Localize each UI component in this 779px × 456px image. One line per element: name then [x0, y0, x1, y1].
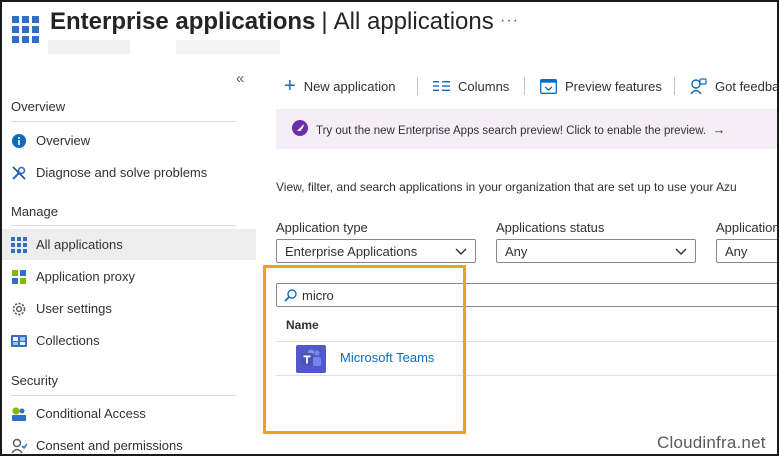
more-options-button[interactable]: ···: [500, 12, 519, 30]
arrow-right-icon: →: [712, 122, 726, 137]
search-input[interactable]: micro: [276, 283, 779, 307]
toolbar-divider: [417, 77, 418, 95]
preview-features-icon: [540, 78, 557, 94]
sidebar-item-label: Collections: [36, 333, 100, 348]
columns-label: Columns: [458, 78, 510, 94]
sidebar-item-conditional-access[interactable]: Conditional Access: [0, 398, 256, 429]
filter-label-applications-status: Applications status: [496, 220, 605, 235]
page-title: Enterprise applications | All applications: [50, 8, 494, 36]
application-type-dropdown[interactable]: Enterprise Applications: [276, 239, 476, 263]
application-type-value: Enterprise Applications: [285, 243, 418, 259]
proxy-icon: [11, 269, 27, 285]
gear-icon: [11, 301, 27, 317]
page-description: View, filter, and search applications in…: [276, 180, 737, 194]
sidebar-item-overview[interactable]: Overview: [0, 125, 256, 156]
sidebar-item-all-applications[interactable]: All applications: [0, 229, 256, 260]
rocket-icon: [292, 120, 308, 136]
banner-text: Try out the new Enterprise Apps search p…: [316, 122, 726, 137]
preview-features-label: Preview features: [565, 78, 662, 94]
column-header-name[interactable]: Name: [286, 318, 319, 332]
banner-message: Try out the new Enterprise Apps search p…: [316, 125, 707, 137]
new-application-label: New application: [303, 78, 396, 94]
sidebar-item-user-settings[interactable]: User settings: [0, 293, 256, 324]
command-bar: + New application Columns Preview featur…: [276, 72, 779, 100]
info-icon: [11, 133, 27, 149]
columns-button[interactable]: Columns: [433, 72, 509, 100]
feedback-icon: [690, 77, 707, 95]
table-row[interactable]: Microsoft Teams: [276, 342, 779, 375]
collapse-sidebar-button[interactable]: «: [236, 70, 244, 87]
sidebar-item-label: Application proxy: [36, 269, 135, 284]
enterprise-apps-icon: [12, 16, 39, 43]
columns-icon: [433, 80, 450, 92]
page-title-main: Enterprise applications: [50, 8, 316, 35]
applications-status-value: Any: [505, 243, 528, 259]
section-divider: [11, 395, 236, 396]
redacted-tenant-name: [48, 40, 130, 54]
consent-icon: [11, 438, 27, 454]
search-icon: [284, 289, 297, 307]
filter-label-application-type: Application type: [276, 220, 368, 235]
section-divider: [11, 225, 236, 226]
app-link-microsoft-teams[interactable]: Microsoft Teams: [340, 350, 434, 365]
new-application-button[interactable]: + New application: [284, 72, 395, 100]
preview-features-button[interactable]: Preview features: [540, 72, 662, 100]
section-manage: Manage: [11, 204, 58, 219]
sidebar-item-application-proxy[interactable]: Application proxy: [0, 261, 256, 292]
sidebar-item-label: Consent and permissions: [36, 438, 183, 453]
sidebar: « Overview Overview Diagnose and solve p…: [0, 62, 258, 456]
teams-icon: [296, 345, 326, 373]
sidebar-item-label: Diagnose and solve problems: [36, 165, 208, 180]
got-feedback-label: Got feedba: [715, 78, 779, 94]
sidebar-item-label: User settings: [36, 301, 112, 316]
section-overview: Overview: [11, 99, 66, 114]
application-visibility-value: Any: [725, 243, 748, 259]
chevron-down-icon: [455, 245, 467, 260]
watermark: Cloudinfra.net: [657, 433, 766, 452]
section-security: Security: [11, 373, 58, 388]
conditional-access-icon: [11, 406, 27, 422]
wrench-icon: [11, 165, 27, 181]
page-title-separator: |: [321, 8, 328, 35]
page-title-sub: All applications: [333, 8, 494, 35]
sidebar-item-label: Overview: [36, 133, 91, 148]
sidebar-item-consent-permissions[interactable]: Consent and permissions: [0, 430, 256, 456]
sidebar-item-diagnose[interactable]: Diagnose and solve problems: [0, 157, 256, 188]
applications-status-dropdown[interactable]: Any: [496, 239, 696, 263]
sidebar-item-collections[interactable]: Collections: [0, 325, 256, 356]
section-divider: [11, 121, 236, 122]
chevron-down-icon: [675, 245, 687, 260]
redacted-tenant-info: [176, 40, 280, 54]
search-value: micro: [302, 288, 334, 303]
got-feedback-button[interactable]: Got feedba: [690, 72, 779, 100]
sidebar-item-label: Conditional Access: [36, 406, 146, 421]
toolbar-divider: [524, 77, 525, 95]
toolbar-divider: [674, 77, 675, 95]
page-header: Enterprise applications | All applications…: [0, 0, 779, 62]
sidebar-item-label: All applications: [36, 237, 123, 252]
collections-icon: [11, 333, 27, 349]
plus-icon: +: [284, 75, 296, 97]
grid-icon: [11, 236, 27, 253]
table-divider: [276, 375, 779, 376]
application-visibility-dropdown[interactable]: Any: [716, 239, 779, 263]
search-preview-banner[interactable]: Try out the new Enterprise Apps search p…: [276, 109, 779, 149]
filter-label-application-visibility: Application: [716, 220, 779, 235]
